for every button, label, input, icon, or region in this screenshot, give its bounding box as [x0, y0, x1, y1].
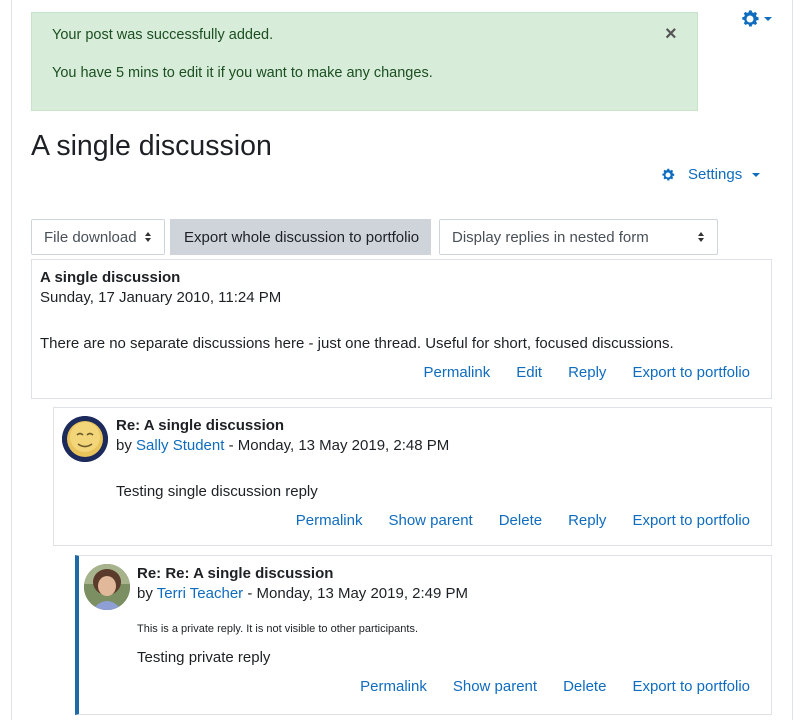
post-body: Testing private reply	[137, 649, 271, 666]
byline-prefix: by	[116, 437, 137, 454]
post-actions: Permalink Show parent Delete Reply Expor…	[296, 512, 750, 529]
person-photo-icon	[84, 564, 130, 610]
reply-link[interactable]: Reply	[568, 364, 606, 381]
reply-post: Re: A single discussion by Sally Student…	[53, 407, 772, 546]
permalink-link[interactable]: Permalink	[296, 512, 363, 529]
success-alert: Your post was successfully added. You ha…	[31, 12, 698, 111]
export-to-portfolio-link[interactable]: Export to portfolio	[632, 364, 750, 381]
alert-edit-notice: You have 5 mins to edit it if you want t…	[52, 65, 433, 81]
smiley-avatar-icon	[62, 416, 108, 462]
file-download-select[interactable]: File download	[31, 219, 165, 255]
author-link[interactable]: Sally Student	[136, 437, 224, 454]
private-reply-notice: This is a private reply. It is not visib…	[137, 623, 419, 635]
reply-link[interactable]: Reply	[568, 512, 606, 529]
avatar[interactable]	[62, 416, 108, 462]
post-actions: Permalink Edit Reply Export to portfolio	[424, 364, 750, 381]
display-mode-select[interactable]: Display replies in nested form	[439, 219, 718, 255]
close-icon[interactable]: ×	[665, 24, 677, 44]
permalink-link[interactable]: Permalink	[360, 678, 427, 695]
post-subject: Re: A single discussion	[116, 417, 285, 434]
show-parent-link[interactable]: Show parent	[453, 678, 537, 695]
post-subject: Re: Re: A single discussion	[137, 565, 334, 582]
chevron-down-icon	[752, 172, 761, 177]
discussion-post: A single discussion Sunday, 17 January 2…	[31, 259, 772, 399]
export-to-portfolio-link[interactable]: Export to portfolio	[632, 512, 750, 529]
post-date: - Monday, 13 May 2019, 2:48 PM	[224, 437, 450, 454]
delete-link[interactable]: Delete	[499, 512, 542, 529]
post-body: Testing single discussion reply	[116, 483, 318, 500]
post-body: There are no separate discussions here -…	[40, 335, 674, 352]
delete-link[interactable]: Delete	[563, 678, 606, 695]
show-parent-link[interactable]: Show parent	[388, 512, 472, 529]
post-date: - Monday, 13 May 2019, 2:49 PM	[243, 585, 469, 602]
post-actions: Permalink Show parent Delete Export to p…	[360, 678, 750, 695]
post-byline: by Terri Teacher - Monday, 13 May 2019, …	[137, 585, 468, 602]
post-subject: A single discussion	[40, 269, 181, 286]
post-date: Sunday, 17 January 2010, 11:24 PM	[40, 289, 282, 306]
gear-icon	[742, 10, 759, 27]
avatar[interactable]	[84, 564, 130, 610]
display-mode-select-value: Display replies in nested form	[452, 228, 649, 246]
page-title: A single discussion	[31, 130, 272, 162]
page-actions-menu[interactable]	[739, 8, 772, 30]
file-download-select-value: File download	[44, 228, 137, 246]
gear-icon	[662, 168, 675, 180]
export-discussion-button[interactable]: Export whole discussion to portfolio	[170, 219, 431, 255]
private-reply-post: Re: Re: A single discussion by Terri Tea…	[75, 555, 772, 715]
export-discussion-label: Export whole discussion to portfolio	[184, 228, 420, 246]
post-byline: by Sally Student - Monday, 13 May 2019, …	[116, 437, 449, 454]
settings-menu-button[interactable]: Settings	[660, 166, 761, 183]
edit-link[interactable]: Edit	[516, 364, 542, 381]
chevron-down-icon	[764, 17, 772, 21]
permalink-link[interactable]: Permalink	[424, 364, 491, 381]
alert-message: Your post was successfully added.	[52, 27, 274, 43]
settings-label: Settings	[688, 166, 743, 183]
export-to-portfolio-link[interactable]: Export to portfolio	[632, 678, 750, 695]
byline-prefix: by	[137, 585, 157, 602]
select-arrows-icon	[145, 232, 152, 243]
author-link[interactable]: Terri Teacher	[157, 585, 243, 602]
select-arrows-icon	[698, 232, 705, 243]
